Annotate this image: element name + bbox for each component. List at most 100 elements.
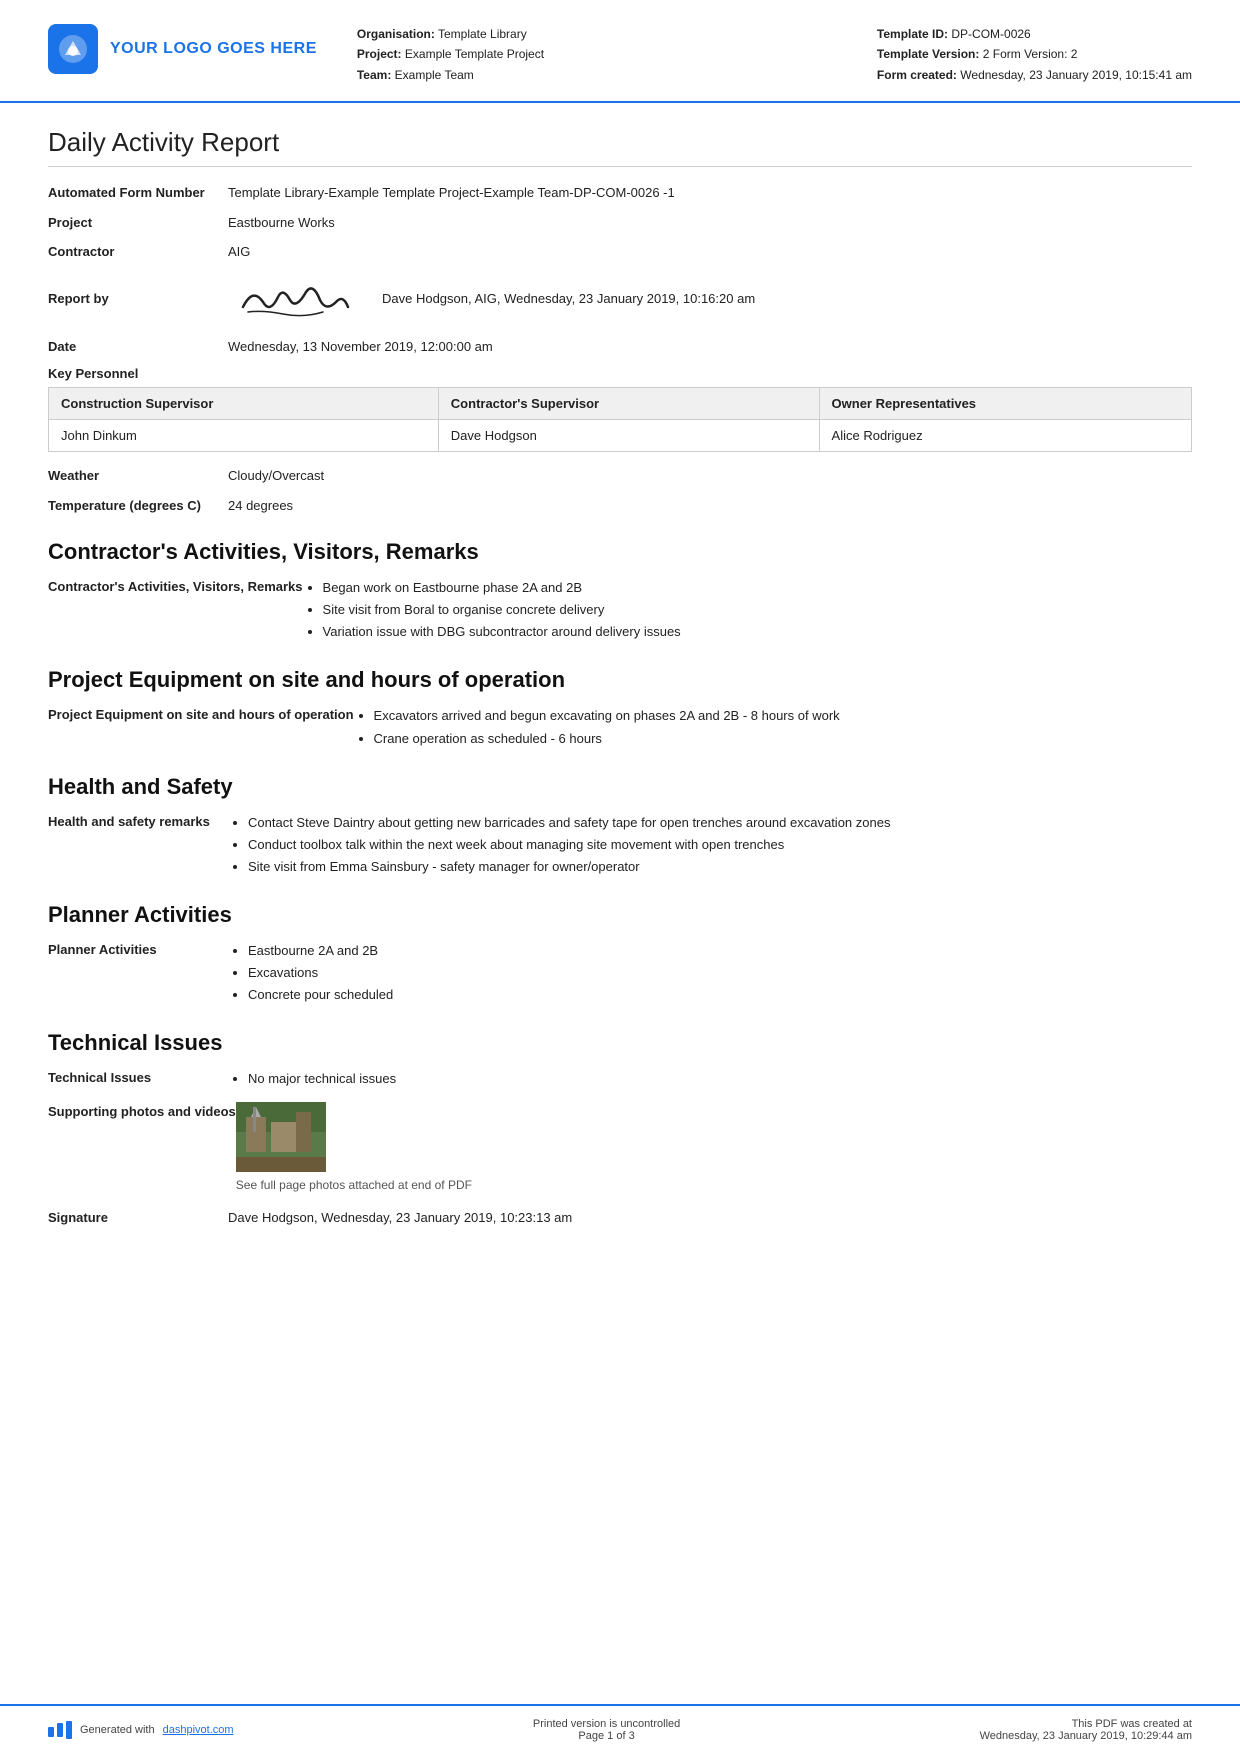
signature-area-top: Dave Hodgson, AIG, Wednesday, 23 January… xyxy=(228,272,755,327)
report-by-value: Dave Hodgson, AIG, Wednesday, 23 January… xyxy=(382,289,755,309)
list-item: No major technical issues xyxy=(248,1068,1192,1090)
table-row: John Dinkum Dave Hodgson Alice Rodriguez xyxy=(49,420,1192,452)
list-item: Conduct toolbox talk within the next wee… xyxy=(248,834,1192,856)
header-form-created: Form created: Wednesday, 23 January 2019… xyxy=(877,65,1192,85)
weather-value: Cloudy/Overcast xyxy=(228,466,1192,486)
contractors-activities-list: Began work on Eastbourne phase 2A and 2B… xyxy=(303,577,1192,643)
contractor-value: AIG xyxy=(228,242,1192,262)
photos-row: Supporting photos and videos xyxy=(48,1102,1192,1194)
technical-issues-list: No major technical issues xyxy=(228,1068,1192,1090)
report-by-label: Report by xyxy=(48,289,228,309)
footer-center: Printed version is uncontrolled Page 1 o… xyxy=(533,1718,680,1742)
health-safety-list: Contact Steve Daintry about getting new … xyxy=(228,812,1192,878)
project-value: Eastbourne Works xyxy=(228,213,1192,233)
key-personnel-section: Key Personnel Construction Supervisor Co… xyxy=(48,366,1192,452)
footer-link[interactable]: dashpivot.com xyxy=(163,1724,234,1736)
header-meta: Organisation: Template Library Project: … xyxy=(317,24,877,85)
list-item: Variation issue with DBG subcontractor a… xyxy=(323,621,1192,643)
header-team: Team: Example Team xyxy=(357,65,877,85)
key-personnel-label: Key Personnel xyxy=(48,366,1192,381)
date-label: Date xyxy=(48,337,228,357)
automated-form-row: Automated Form Number Template Library-E… xyxy=(48,183,1192,203)
technical-issues-section: Technical Issues No major technical issu… xyxy=(48,1068,1192,1090)
photos-caption: See full page photos attached at end of … xyxy=(236,1176,472,1194)
planner-activities-label: Planner Activities xyxy=(48,940,228,957)
signature-svg xyxy=(228,272,358,327)
planner-activities-heading: Planner Activities xyxy=(48,902,1192,928)
logo-svg xyxy=(57,33,89,65)
logo-text: YOUR LOGO GOES HERE xyxy=(110,40,317,58)
list-item: Crane operation as scheduled - 6 hours xyxy=(374,728,1192,750)
contractor-label: Contractor xyxy=(48,242,228,262)
footer-bar-3 xyxy=(66,1721,72,1739)
list-item: Site visit from Boral to organise concre… xyxy=(323,599,1192,621)
project-row: Project Eastbourne Works xyxy=(48,213,1192,233)
automated-form-label: Automated Form Number xyxy=(48,183,228,203)
health-safety-section: Health and safety remarks Contact Steve … xyxy=(48,812,1192,878)
owner-rep-value: Alice Rodriguez xyxy=(819,420,1191,452)
list-item: Began work on Eastbourne phase 2A and 2B xyxy=(323,577,1192,599)
contractors-activities-label: Contractor's Activities, Visitors, Remar… xyxy=(48,577,303,594)
header-organisation: Organisation: Template Library xyxy=(357,24,877,44)
footer-right: This PDF was created at Wednesday, 23 Ja… xyxy=(980,1718,1192,1742)
personnel-table: Construction Supervisor Contractor's Sup… xyxy=(48,387,1192,452)
page-footer: Generated with dashpivot.com Printed ver… xyxy=(0,1704,1240,1754)
health-safety-heading: Health and Safety xyxy=(48,774,1192,800)
planner-activities-section: Planner Activities Eastbourne 2A and 2B … xyxy=(48,940,1192,1006)
list-item: Eastbourne 2A and 2B xyxy=(248,940,1192,962)
list-item: Excavators arrived and begun excavating … xyxy=(374,705,1192,727)
temperature-value: 24 degrees xyxy=(228,496,1192,516)
weather-row: Weather Cloudy/Overcast xyxy=(48,466,1192,486)
logo-icon xyxy=(48,24,98,74)
logo-area: YOUR LOGO GOES HERE xyxy=(48,24,317,74)
temperature-row: Temperature (degrees C) 24 degrees xyxy=(48,496,1192,516)
construction-supervisor-value: John Dinkum xyxy=(49,420,439,452)
automated-form-value: Template Library-Example Template Projec… xyxy=(228,183,1192,203)
signature-value: Dave Hodgson, Wednesday, 23 January 2019… xyxy=(228,1208,1192,1228)
col-construction-supervisor: Construction Supervisor xyxy=(49,388,439,420)
list-item: Contact Steve Daintry about getting new … xyxy=(248,812,1192,834)
main-content: Daily Activity Report Automated Form Num… xyxy=(0,103,1240,1704)
footer-logo xyxy=(48,1721,72,1739)
page-header: YOUR LOGO GOES HERE Organisation: Templa… xyxy=(0,0,1240,103)
header-right: Template ID: DP-COM-0026 Template Versio… xyxy=(877,24,1192,85)
photos-area: See full page photos attached at end of … xyxy=(236,1102,472,1194)
header-template-id: Template ID: DP-COM-0026 xyxy=(877,24,1192,44)
planner-activities-list: Eastbourne 2A and 2B Excavations Concret… xyxy=(228,940,1192,1006)
photo-image xyxy=(236,1102,326,1172)
footer-uncontrolled-text: Printed version is uncontrolled xyxy=(533,1718,680,1730)
footer-bar-2 xyxy=(57,1723,63,1737)
report-by-row: Report by Dave Hodgson, AIG, Wednesday, … xyxy=(48,272,1192,327)
project-equipment-section: Project Equipment on site and hours of o… xyxy=(48,705,1192,749)
contractor-row: Contractor AIG xyxy=(48,242,1192,262)
photos-label: Supporting photos and videos xyxy=(48,1102,236,1122)
header-project: Project: Example Template Project xyxy=(357,44,877,64)
date-value: Wednesday, 13 November 2019, 12:00:00 am xyxy=(228,337,1192,357)
project-equipment-list: Excavators arrived and begun excavating … xyxy=(354,705,1192,749)
temperature-label: Temperature (degrees C) xyxy=(48,496,228,516)
report-title: Daily Activity Report xyxy=(48,127,1192,167)
list-item: Site visit from Emma Sainsbury - safety … xyxy=(248,856,1192,878)
date-row: Date Wednesday, 13 November 2019, 12:00:… xyxy=(48,337,1192,357)
technical-issues-label: Technical Issues xyxy=(48,1068,228,1085)
footer-pdf-created-date: Wednesday, 23 January 2019, 10:29:44 am xyxy=(980,1730,1192,1742)
header-template-version: Template Version: 2 Form Version: 2 xyxy=(877,44,1192,64)
photo-svg xyxy=(236,1102,326,1172)
col-contractors-supervisor: Contractor's Supervisor xyxy=(438,388,819,420)
col-owner-representatives: Owner Representatives xyxy=(819,388,1191,420)
footer-page-number: Page 1 of 3 xyxy=(533,1730,680,1742)
weather-label: Weather xyxy=(48,466,228,486)
contractors-activities-section: Contractor's Activities, Visitors, Remar… xyxy=(48,577,1192,643)
list-item: Excavations xyxy=(248,962,1192,984)
project-equipment-heading: Project Equipment on site and hours of o… xyxy=(48,667,1192,693)
signature-image xyxy=(228,272,358,327)
footer-bar-1 xyxy=(48,1727,54,1737)
signature-row: Signature Dave Hodgson, Wednesday, 23 Ja… xyxy=(48,1208,1192,1228)
footer-left: Generated with dashpivot.com xyxy=(48,1721,234,1739)
contractors-supervisor-value: Dave Hodgson xyxy=(438,420,819,452)
technical-issues-heading: Technical Issues xyxy=(48,1030,1192,1056)
list-item: Concrete pour scheduled xyxy=(248,984,1192,1006)
project-label: Project xyxy=(48,213,228,233)
photo-thumbnail xyxy=(236,1102,326,1172)
project-equipment-label: Project Equipment on site and hours of o… xyxy=(48,705,354,722)
